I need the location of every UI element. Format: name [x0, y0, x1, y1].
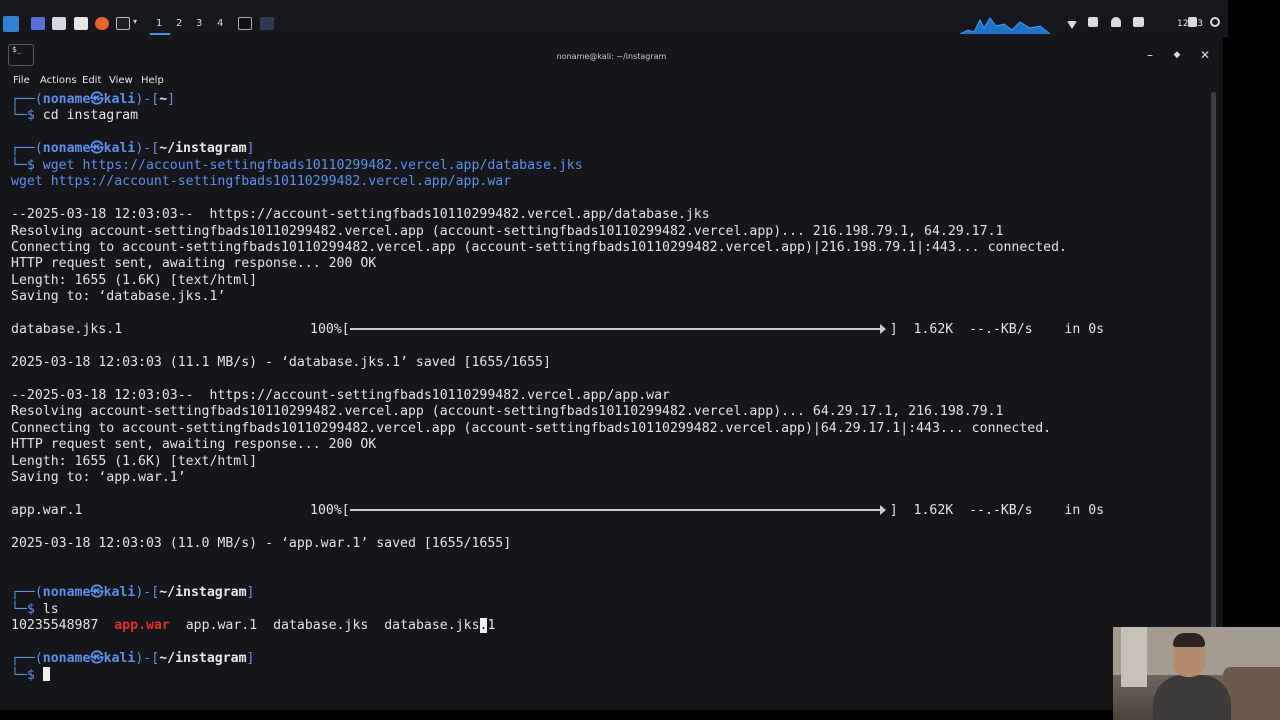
bell-icon[interactable] [1111, 17, 1121, 27]
command-line: └─$ wget https://account-settingfbads101… [11, 157, 583, 173]
active-command-line[interactable]: └─$ [11, 667, 1201, 683]
terminal-window: $_ noname@kali: ~/instagram – ◆ ✕ File A… [0, 36, 1223, 710]
output-line: HTTP request sent, awaiting response... … [11, 437, 377, 453]
prompt-line: ┌──(noname㉿kali)-[~/instagram] [11, 141, 255, 157]
scrollbar[interactable] [1211, 92, 1216, 660]
cpu-graph-icon [960, 17, 1050, 34]
progress-line: app.war.1 100%[] 1.62K --.-KB/s in 0s [11, 502, 1105, 518]
chevron-down-icon[interactable]: ▾ [133, 17, 139, 30]
minimize-button[interactable]: – [1142, 48, 1158, 62]
webcam-overlay [1113, 627, 1280, 720]
webcam-person-body [1153, 675, 1231, 720]
webcam-door [1121, 627, 1147, 687]
output-line: HTTP request sent, awaiting response... … [11, 256, 377, 272]
output-line: Connecting to account-settingfbads101102… [11, 420, 1052, 436]
output-line: Resolving account-settingfbads1011029948… [11, 223, 1004, 239]
terminal-launcher-icon[interactable] [116, 17, 130, 30]
kali-menu-icon[interactable] [3, 16, 19, 32]
ls-output: 10235548987 app.war app.war.1 database.j… [11, 618, 496, 633]
top-panel: ▾ 1 2 3 4 12:03 [0, 0, 1228, 37]
menu-help[interactable]: Help [141, 75, 164, 86]
display-icon[interactable] [1133, 17, 1144, 27]
command-line: └─$ cd instagram [11, 108, 139, 124]
terminal-output[interactable]: ┌──(noname㉿kali)-[~] └─$ cd instagram ┌──(… [11, 92, 1201, 702]
task-terminal-icon[interactable] [238, 17, 252, 30]
output-line: Saving to: ‘app.war.1’ [11, 470, 186, 486]
menu-bar: File Actions Edit View Help [0, 73, 1223, 89]
firefox-icon[interactable] [95, 17, 109, 30]
output-line: Resolving account-settingfbads1011029948… [11, 404, 1004, 420]
prompt-line: ┌──(noname㉿kali)-[~/instagram] [11, 585, 255, 601]
output-line: Length: 1655 (1.6K) [text/html] [11, 453, 258, 469]
prompt-line: ┌──(noname㉿kali)-[~] [11, 92, 176, 107]
volume-icon[interactable] [1088, 17, 1098, 27]
title-bar[interactable]: $_ noname@kali: ~/instagram – ◆ ✕ [0, 36, 1223, 76]
menu-file[interactable]: File [13, 75, 30, 86]
menu-view[interactable]: View [109, 75, 133, 86]
webcam-person-hair [1173, 633, 1205, 647]
output-line: Connecting to account-settingfbads101102… [11, 239, 1067, 255]
network-icon[interactable] [1067, 21, 1077, 29]
output-line: 2025-03-18 12:03:03 (11.0 MB/s) - ‘app.w… [11, 535, 512, 551]
file-manager-icon[interactable] [52, 17, 66, 30]
progress-bar [349, 504, 886, 515]
maximize-button[interactable]: ◆ [1169, 50, 1185, 60]
command-line: wget https://account-settingfbads1011029… [11, 174, 512, 190]
active-workspace-indicator [150, 33, 170, 35]
command-line: └─$ ls [11, 601, 59, 617]
task-window-icon[interactable] [260, 17, 274, 30]
progress-bar [349, 324, 886, 335]
webcam-sofa [1223, 667, 1280, 720]
workspace-2[interactable]: 2 [176, 18, 182, 29]
workspace-4[interactable]: 4 [217, 18, 223, 29]
close-button[interactable]: ✕ [1197, 48, 1213, 62]
lock-icon[interactable] [1188, 17, 1197, 27]
power-icon[interactable] [1210, 17, 1220, 27]
workspace-switcher-icon[interactable] [31, 17, 45, 30]
text-editor-icon[interactable] [74, 17, 88, 30]
menu-actions[interactable]: Actions [40, 75, 77, 86]
output-line: 2025-03-18 12:03:03 (11.1 MB/s) - ‘datab… [11, 355, 551, 370]
text-cursor [42, 667, 50, 682]
menu-edit[interactable]: Edit [82, 75, 101, 86]
window-title: noname@kali: ~/instagram [556, 52, 667, 61]
output-line: Length: 1655 (1.6K) [text/html] [11, 272, 258, 288]
workspace-3[interactable]: 3 [196, 18, 202, 29]
progress-line: database.jks.1 100%[] 1.62K --.-KB/s in 0… [11, 322, 1105, 338]
output-line: --2025-03-18 12:03:03-- https://account-… [11, 387, 670, 403]
output-line: --2025-03-18 12:03:03-- https://account-… [11, 207, 710, 223]
workspace-1[interactable]: 1 [156, 18, 162, 29]
output-line: Saving to: ‘database.jks.1’ [11, 289, 226, 305]
prompt-line: ┌──(noname㉿kali)-[~/instagram] [11, 650, 255, 666]
